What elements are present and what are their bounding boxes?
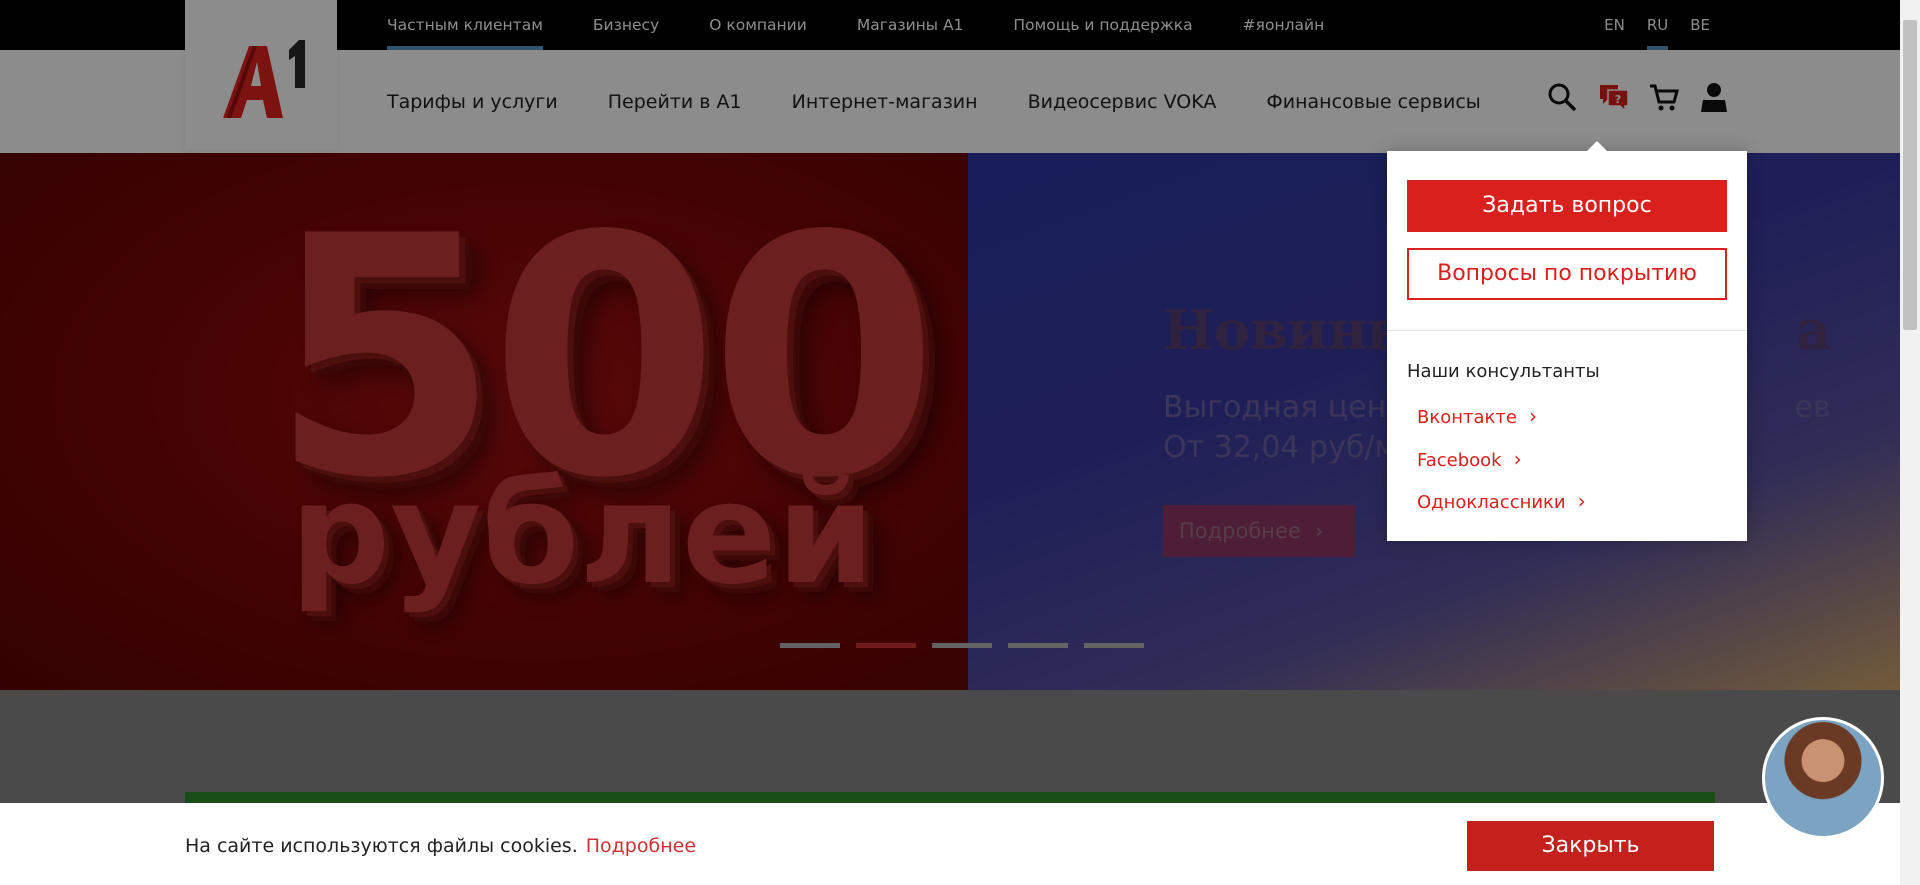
ask-question-button[interactable]: Задать вопрос xyxy=(1407,180,1727,232)
cookie-more-link[interactable]: Подробнее xyxy=(586,835,696,857)
help-popup: Задать вопрос Вопросы по покрытию Наши к… xyxy=(1387,141,1747,541)
popup-divider xyxy=(1387,330,1747,331)
consultant-link-ok[interactable]: Одноклассники xyxy=(1417,489,1586,513)
consultant-link-vk[interactable]: Вконтакте xyxy=(1417,404,1537,428)
scrollbar-thumb[interactable] xyxy=(1903,20,1917,330)
consultant-link-facebook[interactable]: Facebook xyxy=(1417,447,1522,471)
cookie-close-button[interactable]: Закрыть xyxy=(1467,821,1714,871)
coverage-questions-button[interactable]: Вопросы по покрытию xyxy=(1407,248,1727,300)
cookie-text: На сайте используются файлы cookies. Подр… xyxy=(185,835,697,857)
cookie-bar: На сайте используются файлы cookies. Подр… xyxy=(0,803,1900,885)
consultants-heading: Наши консультанты xyxy=(1407,361,1600,382)
assistant-avatar[interactable] xyxy=(1762,717,1884,839)
